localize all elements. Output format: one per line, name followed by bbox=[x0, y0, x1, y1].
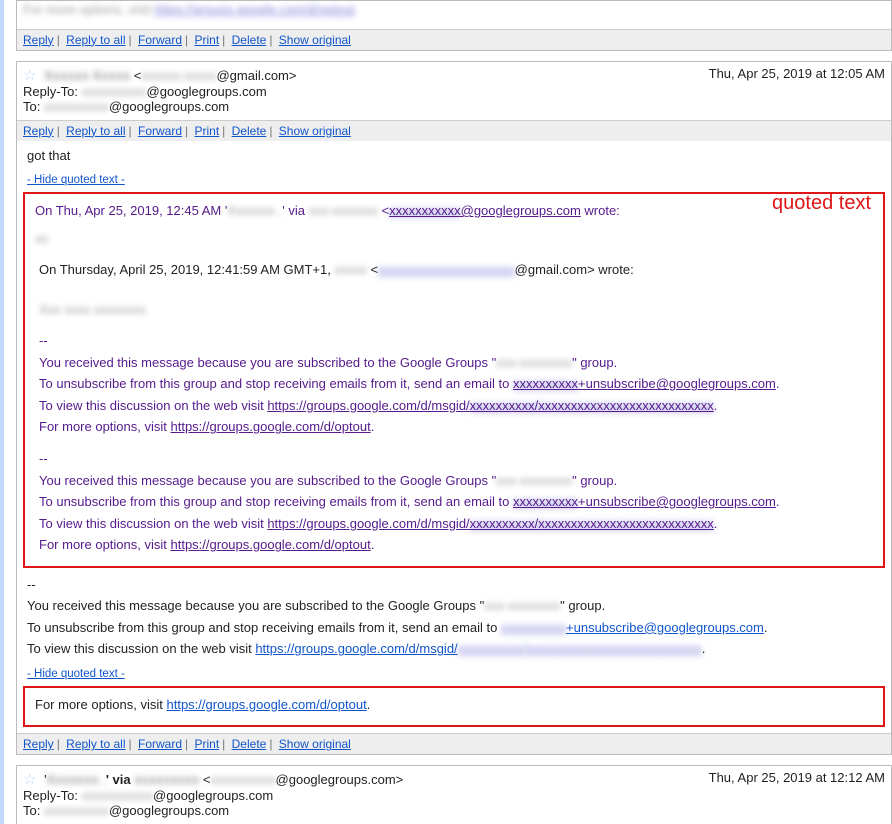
show-original-link[interactable]: Show original bbox=[279, 737, 351, 751]
msgid-link-3[interactable]: https://groups.google.com/d/msgid/ bbox=[255, 641, 457, 656]
sig-sep-2: -- bbox=[39, 450, 873, 468]
message-card-1: quoted text ☆ Xxxxxx Xxxxx <xxxxxx.xxxxx… bbox=[16, 61, 892, 756]
footer-subscribed-1: You received this message because you ar… bbox=[39, 354, 873, 372]
sig-sep: -- bbox=[39, 332, 873, 350]
footer-unsubscribe-2: To unsubscribe from this group and stop … bbox=[39, 493, 873, 511]
blurred-short-line: xx bbox=[35, 230, 873, 248]
from-name: Xxxxxx Xxxxx bbox=[44, 68, 130, 83]
reply-all-link[interactable]: Reply to all bbox=[66, 737, 125, 751]
optout-link-1[interactable]: https://groups.google.com/d/optout bbox=[171, 419, 371, 434]
quote-attribution-1: On Thu, Apr 25, 2019, 12:45 AM 'Xxxxxxx … bbox=[35, 202, 873, 220]
footer-optout-1: For more options, visit https://groups.g… bbox=[39, 418, 873, 436]
print-link[interactable]: Print bbox=[194, 124, 219, 138]
show-original-link[interactable]: Show original bbox=[279, 124, 351, 138]
from-name-2: Xxxxxxx . bbox=[47, 772, 106, 787]
show-original-link[interactable]: Show original bbox=[279, 33, 351, 47]
unsubscribe-suffix-2[interactable]: +unsubscribe@googlegroups.com bbox=[578, 494, 776, 509]
delete-link[interactable]: Delete bbox=[232, 124, 267, 138]
optout-link-3[interactable]: https://groups.google.com/d/optout bbox=[167, 697, 367, 712]
reply-all-link[interactable]: Reply to all bbox=[66, 124, 125, 138]
unsubscribe-email-3[interactable]: xxxxxxxxxx bbox=[501, 620, 566, 635]
body-text: got that bbox=[27, 147, 881, 165]
delete-link[interactable]: Delete bbox=[232, 737, 267, 751]
unsubscribe-email-2[interactable]: xxxxxxxxxx bbox=[513, 494, 578, 509]
to-row-2: To: xxxxxxxxxx@googlegroups.com bbox=[23, 803, 885, 818]
forward-link[interactable]: Forward bbox=[138, 33, 182, 47]
forward-link[interactable]: Forward bbox=[138, 737, 182, 751]
print-link[interactable]: Print bbox=[194, 737, 219, 751]
quoted-text-box-2: For more options, visit https://groups.g… bbox=[23, 686, 885, 728]
from-email-domain: @gmail.com> bbox=[216, 68, 296, 83]
message-header-2: ☆ 'Xxxxxxx .' via xxxxxxxxx <xxxxxxxxxx@… bbox=[23, 770, 885, 788]
footer-unsubscribe-3: To unsubscribe from this group and stop … bbox=[27, 619, 881, 637]
annotation-quoted-text: quoted text bbox=[772, 192, 871, 215]
footer-optout-3: For more options, visit https://groups.g… bbox=[35, 696, 873, 714]
print-link[interactable]: Print bbox=[194, 33, 219, 47]
message-card-prev: For more options, visit https://groups.g… bbox=[16, 0, 892, 51]
from-email-local: xxxxxx.xxxxx bbox=[141, 68, 216, 83]
message-body: got that bbox=[17, 141, 891, 173]
reply-all-link[interactable]: Reply to all bbox=[66, 33, 125, 47]
msgid-blur-1[interactable]: xxxxxxxxxx/xxxxxxxxxxxxxxxxxxxxxxxxxxx bbox=[470, 398, 714, 413]
message-card-2: ☆ 'Xxxxxxx .' via xxxxxxxxx <xxxxxxxxxx@… bbox=[16, 765, 892, 824]
delete-link[interactable]: Delete bbox=[232, 33, 267, 47]
quoted-text-box-1: On Thu, Apr 25, 2019, 12:45 AM 'Xxxxxxx … bbox=[23, 192, 885, 568]
reply-to-row: Reply-To: xxxxxxxxxx@googlegroups.com bbox=[23, 84, 885, 99]
quote-attribution-2: On Thursday, April 25, 2019, 12:41:59 AM… bbox=[39, 261, 873, 279]
footer-view-1: To view this discussion on the web visit… bbox=[39, 397, 873, 415]
quoted-from-email-domain[interactable]: @googlegroups.com bbox=[461, 203, 581, 218]
blurred-body-line: Xxx xxxx xxxxxxxx bbox=[39, 301, 873, 319]
footer-view-2: To view this discussion on the web visit… bbox=[39, 515, 873, 533]
reply-link[interactable]: Reply bbox=[23, 33, 54, 47]
from-email-domain-2: @googlegroups.com> bbox=[276, 772, 404, 787]
message-date: Thu, Apr 25, 2019 at 12:05 AM bbox=[701, 66, 885, 81]
footer-unsubscribe-1: To unsubscribe from this group and stop … bbox=[39, 375, 873, 393]
message-header: ☆ Xxxxxx Xxxxx <xxxxxx.xxxxx@gmail.com> … bbox=[23, 66, 885, 84]
reply-link[interactable]: Reply bbox=[23, 737, 54, 751]
footer-subscribed-3: You received this message because you ar… bbox=[27, 597, 881, 615]
quoted-from-email[interactable]: xxxxxxxxxxx bbox=[389, 203, 461, 218]
star-icon[interactable]: ☆ bbox=[23, 771, 36, 788]
sig-sep-3: -- bbox=[27, 576, 881, 594]
msgid-blur-2[interactable]: xxxxxxxxxx/xxxxxxxxxxxxxxxxxxxxxxxxxxx bbox=[470, 516, 714, 531]
star-icon[interactable]: ☆ bbox=[23, 67, 36, 84]
footer-view-3: To view this discussion on the web visit… bbox=[27, 640, 881, 658]
reply-link[interactable]: Reply bbox=[23, 124, 54, 138]
footer-optout-2: For more options, visit https://groups.g… bbox=[39, 536, 873, 554]
unsubscribe-suffix-1[interactable]: +unsubscribe@googlegroups.com bbox=[578, 376, 776, 391]
msgid-link-1[interactable]: https://groups.google.com/d/msgid/ bbox=[267, 398, 469, 413]
inner-from-email[interactable]: xxxxxxxxxxxxxxxxxxxxx bbox=[378, 262, 515, 277]
reply-to-row-2: Reply-To: xxxxxxxxxxx@googlegroups.com bbox=[23, 788, 885, 803]
action-bar-bottom: Reply| Reply to all| Forward| Print| Del… bbox=[17, 733, 891, 754]
truncated-line: For more options, visit https://groups.g… bbox=[23, 1, 885, 19]
action-bar: Reply| Reply to all| Forward| Print| Del… bbox=[17, 29, 891, 50]
message-date-2: Thu, Apr 25, 2019 at 12:12 AM bbox=[701, 770, 885, 785]
action-bar-top: Reply| Reply to all| Forward| Print| Del… bbox=[17, 120, 891, 141]
to-row: To: xxxxxxxxxx@googlegroups.com bbox=[23, 99, 885, 114]
hide-quoted-toggle-2[interactable]: - Hide quoted text - bbox=[17, 666, 891, 682]
forward-link[interactable]: Forward bbox=[138, 124, 182, 138]
unsubscribe-email-1[interactable]: xxxxxxxxxx bbox=[513, 376, 578, 391]
from-email-local-2: xxxxxxxxxx bbox=[211, 772, 276, 787]
unsubscribe-suffix-3[interactable]: +unsubscribe@googlegroups.com bbox=[566, 620, 764, 635]
msgid-blur-3[interactable]: xxxxxxxxxx/xxxxxxxxxxxxxxxxxxxxxxxxxxx bbox=[458, 641, 702, 656]
msgid-link-2[interactable]: https://groups.google.com/d/msgid/ bbox=[267, 516, 469, 531]
optout-link-2[interactable]: https://groups.google.com/d/optout bbox=[171, 537, 371, 552]
footer-subscribed-2: You received this message because you ar… bbox=[39, 472, 873, 490]
hide-quoted-toggle[interactable]: - Hide quoted text - bbox=[17, 172, 891, 188]
